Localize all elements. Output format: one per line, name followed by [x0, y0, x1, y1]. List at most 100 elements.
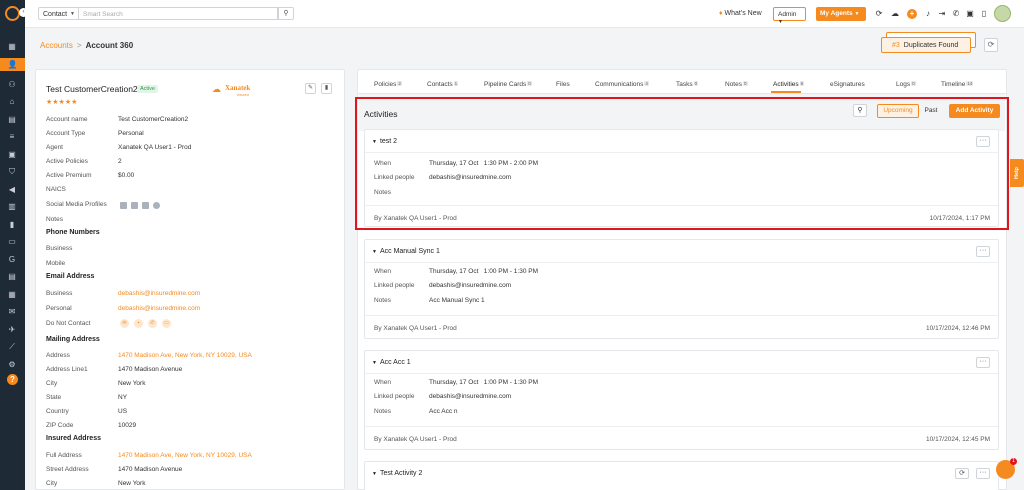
sync-icon[interactable]: ⟳	[874, 9, 884, 19]
tab-logs[interactable]: Logs 0	[896, 81, 916, 88]
linkedin-icon[interactable]	[120, 202, 127, 209]
whats-new-label: What's New	[724, 10, 762, 17]
nav-policies-icon[interactable]: ▤	[7, 115, 17, 124]
search-type-value: Contact	[43, 11, 68, 18]
twitter-icon[interactable]	[142, 202, 149, 209]
tab-communications[interactable]: Communications 4	[595, 81, 649, 88]
tab-label: Files	[556, 81, 570, 88]
edit-button[interactable]: ✎	[305, 83, 316, 94]
activity-title[interactable]: ▼ Test Activity 2	[372, 470, 422, 477]
nav-list-icon[interactable]: ≡	[7, 132, 17, 141]
field-label: Business	[46, 245, 73, 252]
smart-search-input[interactable]: Smart Search	[78, 7, 278, 20]
sync-button[interactable]: ⟳	[955, 468, 969, 479]
nav-contacts-icon[interactable]: ⚇	[7, 80, 17, 89]
whats-new-link[interactable]: ♦ What's New	[719, 10, 762, 17]
activity-title[interactable]: ▼ Acc Acc 1	[372, 359, 411, 366]
nav-settings-icon[interactable]: ⚙	[7, 360, 17, 369]
nav-folder-icon[interactable]: ▭	[7, 237, 17, 246]
duplicates-found-button[interactable]: #3 Duplicates Found	[881, 37, 971, 53]
logout-icon[interactable]: ⇥	[937, 9, 947, 19]
rating-stars[interactable]: ★★★★★	[46, 98, 77, 106]
email-link[interactable]: debashis@insuredmine.com	[118, 305, 200, 312]
tab-label: Policies	[374, 81, 397, 88]
activity-more-button[interactable]: ···	[976, 468, 990, 479]
tab-files[interactable]: Files	[556, 81, 570, 88]
nav-analytics-icon[interactable]: ⟋	[7, 342, 17, 351]
search-icon[interactable]: ⚲	[278, 7, 294, 20]
nav-accounts-icon[interactable]: 👤	[0, 58, 25, 71]
avatar[interactable]	[994, 5, 1011, 22]
account-details-panel: Test CustomerCreation2 Active ★★★★★ ☁ Xa…	[35, 69, 345, 490]
facebook-icon[interactable]	[131, 202, 138, 209]
nav-filter-icon[interactable]: ⛉	[7, 167, 17, 176]
dnc-email-icon[interactable]: ✉	[120, 319, 129, 328]
nav-campaign-icon[interactable]: ◀	[7, 185, 17, 194]
search-type-select[interactable]: Contact ▼	[38, 7, 78, 20]
field-label: City	[46, 380, 58, 387]
help-tab[interactable]: Help	[1010, 159, 1024, 187]
delete-button[interactable]: ▮	[321, 83, 332, 94]
field-label: Country	[46, 408, 69, 415]
nav-quotes-icon[interactable]: ▦	[7, 290, 17, 299]
field-label: Agent	[46, 144, 63, 151]
document-icon[interactable]: ▯	[979, 9, 989, 19]
field-value: Test CustomerCreation2	[118, 116, 189, 123]
tab-pipeline-cards[interactable]: Pipeline Cards 0	[484, 81, 532, 88]
activity-more-button[interactable]: ···	[976, 357, 990, 368]
logo-text: Xanatek	[225, 84, 251, 92]
field-label: Do Not Contact	[46, 320, 91, 327]
chat-button[interactable]: 1	[996, 458, 1017, 479]
tab-timeline[interactable]: Timeline 14	[941, 81, 974, 88]
dnc-mail-icon[interactable]: ▭	[162, 319, 171, 328]
field-value: 1470 Madison Avenue	[118, 366, 183, 373]
pencil-icon: ✎	[307, 85, 314, 91]
web-icon[interactable]	[153, 202, 160, 209]
nav-notes-icon[interactable]: ▤	[7, 272, 17, 281]
activity-title[interactable]: ▼ Acc Manual Sync 1	[372, 248, 440, 255]
refresh-icon[interactable]: ⟳	[984, 38, 998, 52]
nav-plane-icon[interactable]: ✈	[7, 325, 17, 334]
activity-more-button[interactable]: ···	[976, 246, 990, 257]
address-link[interactable]: 1470 Madison Ave, New York, NY 10029, US…	[118, 452, 252, 459]
tab-label: Timeline	[941, 81, 966, 88]
plus-icon[interactable]: +	[907, 9, 917, 19]
nav-dashboard-icon[interactable]: ▦	[7, 42, 17, 51]
tab-count: 0	[527, 81, 532, 86]
tab-activities[interactable]: Activities 6	[773, 81, 805, 88]
email-link[interactable]: debashis@insuredmine.com	[118, 290, 200, 297]
tab-label: Notes	[725, 81, 742, 88]
my-agents-dropdown[interactable]: My Agents ▼	[816, 7, 866, 21]
tab-esignatures[interactable]: eSignatures	[830, 81, 865, 88]
status-badge: Active	[137, 85, 158, 93]
breadcrumb-accounts[interactable]: Accounts	[40, 41, 73, 50]
tab-policies[interactable]: Policies 2	[374, 81, 402, 88]
nav-docs-icon[interactable]: ▥	[7, 202, 17, 211]
phone-icon[interactable]: ✆	[951, 9, 961, 19]
fire-icon: ♦	[719, 10, 723, 17]
admin-dropdown[interactable]: Admin ▼	[773, 7, 806, 25]
address-link[interactable]: 1470 Madison Ave, New York, NY 10029, US…	[118, 352, 252, 359]
nav-help-icon[interactable]: ?	[7, 374, 18, 385]
tab-notes[interactable]: Notes 0	[725, 81, 748, 88]
linked-label: Linked people	[374, 282, 415, 289]
dnc-sms-icon[interactable]: ▪	[134, 319, 143, 328]
nav-mail-icon[interactable]: ✉	[7, 307, 17, 316]
dnc-phone-icon[interactable]: ✆	[148, 319, 157, 328]
when-value: Thursday, 17 Oct 1:00 PM - 1:30 PM	[429, 379, 538, 386]
tab-count: 1	[453, 81, 459, 86]
tab-tasks[interactable]: Tasks 0	[676, 81, 699, 88]
when-time: 1:00 PM - 1:30 PM	[483, 379, 538, 386]
nav-bank-icon[interactable]: ⌂	[7, 97, 17, 106]
field-label: Address	[46, 352, 70, 359]
nav-google-icon[interactable]: G	[7, 255, 17, 264]
tab-contacts[interactable]: Contacts 1	[427, 81, 459, 88]
field-label: Active Policies	[46, 158, 88, 165]
bell-icon[interactable]: ♪	[923, 9, 933, 19]
nav-calendar-icon[interactable]: ▣	[7, 150, 17, 159]
chip-icon[interactable]: ▣	[965, 9, 975, 19]
cloud-icon[interactable]: ☁	[890, 9, 900, 19]
tab-label: Activities	[773, 81, 799, 88]
field-value: New York	[118, 380, 146, 387]
nav-reports-icon[interactable]: ▮	[7, 220, 17, 229]
